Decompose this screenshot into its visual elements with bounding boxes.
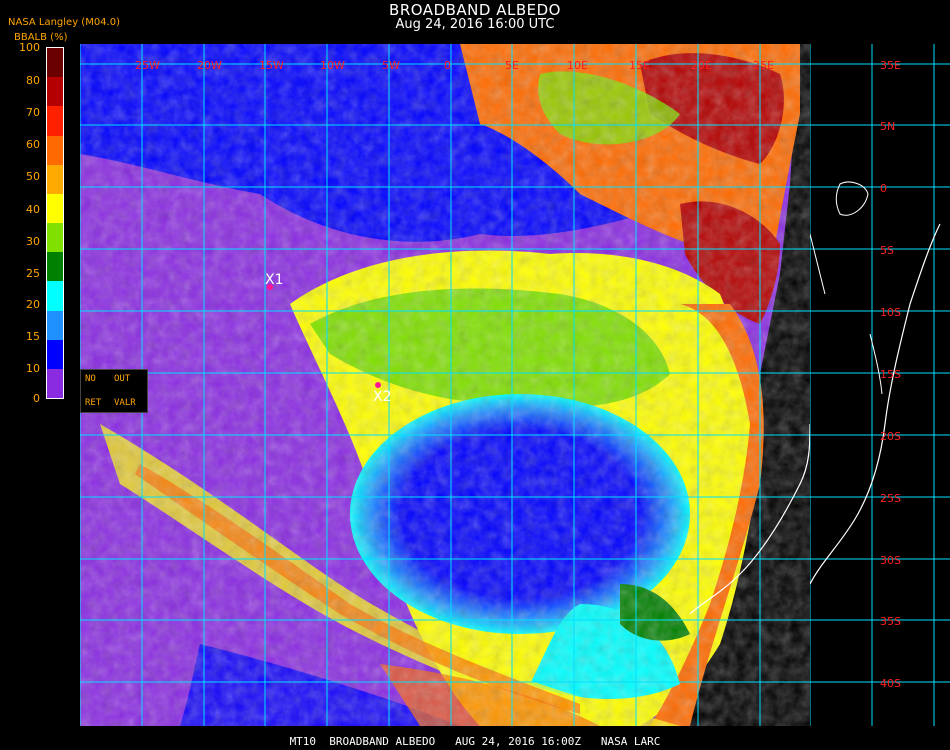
lat-label: 40S: [880, 677, 901, 690]
legend-ret: RET: [85, 398, 102, 408]
lat-label: 10S: [880, 306, 901, 319]
lat-label: 5N: [880, 120, 895, 133]
colorbar-tick: 80: [26, 74, 40, 87]
colorbar-tick: 15: [26, 330, 40, 343]
colorbar-band-70-80: [47, 106, 63, 136]
colorbar-tick: 20: [26, 298, 40, 311]
colorbar-tick: 40: [26, 203, 40, 216]
lon-label: 15W: [259, 59, 284, 72]
lon-label: 15E: [629, 59, 650, 72]
legend-valr: VALR: [114, 398, 136, 408]
legend-out: OUT: [114, 374, 131, 384]
colorbar-tick: 60: [26, 138, 40, 151]
lon-label: 5E: [505, 59, 519, 72]
marker-X2-label: X2: [373, 389, 392, 405]
colorbar-tick: 100: [19, 41, 40, 54]
albedo-map[interactable]: X1 X2 25W 20W 15W 10W 5W 0 5E 10E 15E 20E 25E: [80, 44, 810, 726]
lat-label: 30S: [880, 554, 901, 567]
marker-X2-point[interactable]: [375, 382, 381, 388]
colorbar-band-15-20: [47, 310, 63, 341]
marker-X1-label: X1: [265, 272, 284, 288]
colorbar-band-90-100: [47, 48, 63, 78]
lon-label: 10W: [320, 59, 345, 72]
colorbar-tick: 10: [26, 362, 40, 375]
lat-label: 20S: [880, 430, 901, 443]
colorbar-band-80-90: [47, 77, 63, 107]
colorbar-band-40-50: [47, 193, 63, 224]
lon-label: 20W: [197, 59, 222, 72]
colorbar-band-20-25: [47, 281, 63, 311]
colorbar-tick: 50: [26, 170, 40, 183]
lon-label: 20E: [691, 59, 712, 72]
source-label: NASA Langley (M04.0): [8, 17, 120, 28]
lat-label: 15S: [880, 368, 901, 381]
colorbar-band-25-30: [47, 252, 63, 282]
colorbar-band-10-15: [47, 339, 63, 370]
lat-label: 25S: [880, 492, 901, 505]
colorbar-tick: 25: [26, 267, 40, 280]
lon-label: 10E: [567, 59, 588, 72]
colorbar-band-50-60: [47, 164, 63, 195]
lon-label: 0: [444, 59, 451, 72]
cloud-texture: [80, 44, 810, 726]
lat-label: 5S: [880, 244, 894, 257]
colorbar-tick: 30: [26, 235, 40, 248]
colorbar-band-0-10: [47, 368, 63, 399]
colorbar-band-30-40: [47, 223, 63, 253]
lat-label: 35S: [880, 615, 901, 628]
map-timestamp: Aug 24, 2016 16:00 UTC: [395, 17, 555, 32]
lon-label: 25W: [135, 59, 160, 72]
lon-label: 25E: [753, 59, 774, 72]
footer-caption: MT10 BROADBAND ALBEDO AUG 24, 2016 16:00…: [289, 735, 661, 748]
lat-label: 0: [880, 182, 887, 195]
colorbar-tick: 70: [26, 106, 40, 119]
legend-no: NO: [85, 374, 96, 384]
colorbar-band-60-70: [47, 135, 63, 166]
east-africa-coast: [810, 223, 941, 585]
lake-tanganyika: [810, 233, 826, 295]
colorbar-tick: 0: [33, 392, 40, 405]
legend-box: NO OUT RET VALR: [80, 369, 148, 413]
right-panel: 35E 5N 0 5S 10S 15S 20S 25S 30S 35S 40S: [810, 44, 950, 726]
lat-label: 35E: [880, 59, 901, 72]
colorbar: [46, 47, 64, 399]
lon-label: 5W: [382, 59, 400, 72]
